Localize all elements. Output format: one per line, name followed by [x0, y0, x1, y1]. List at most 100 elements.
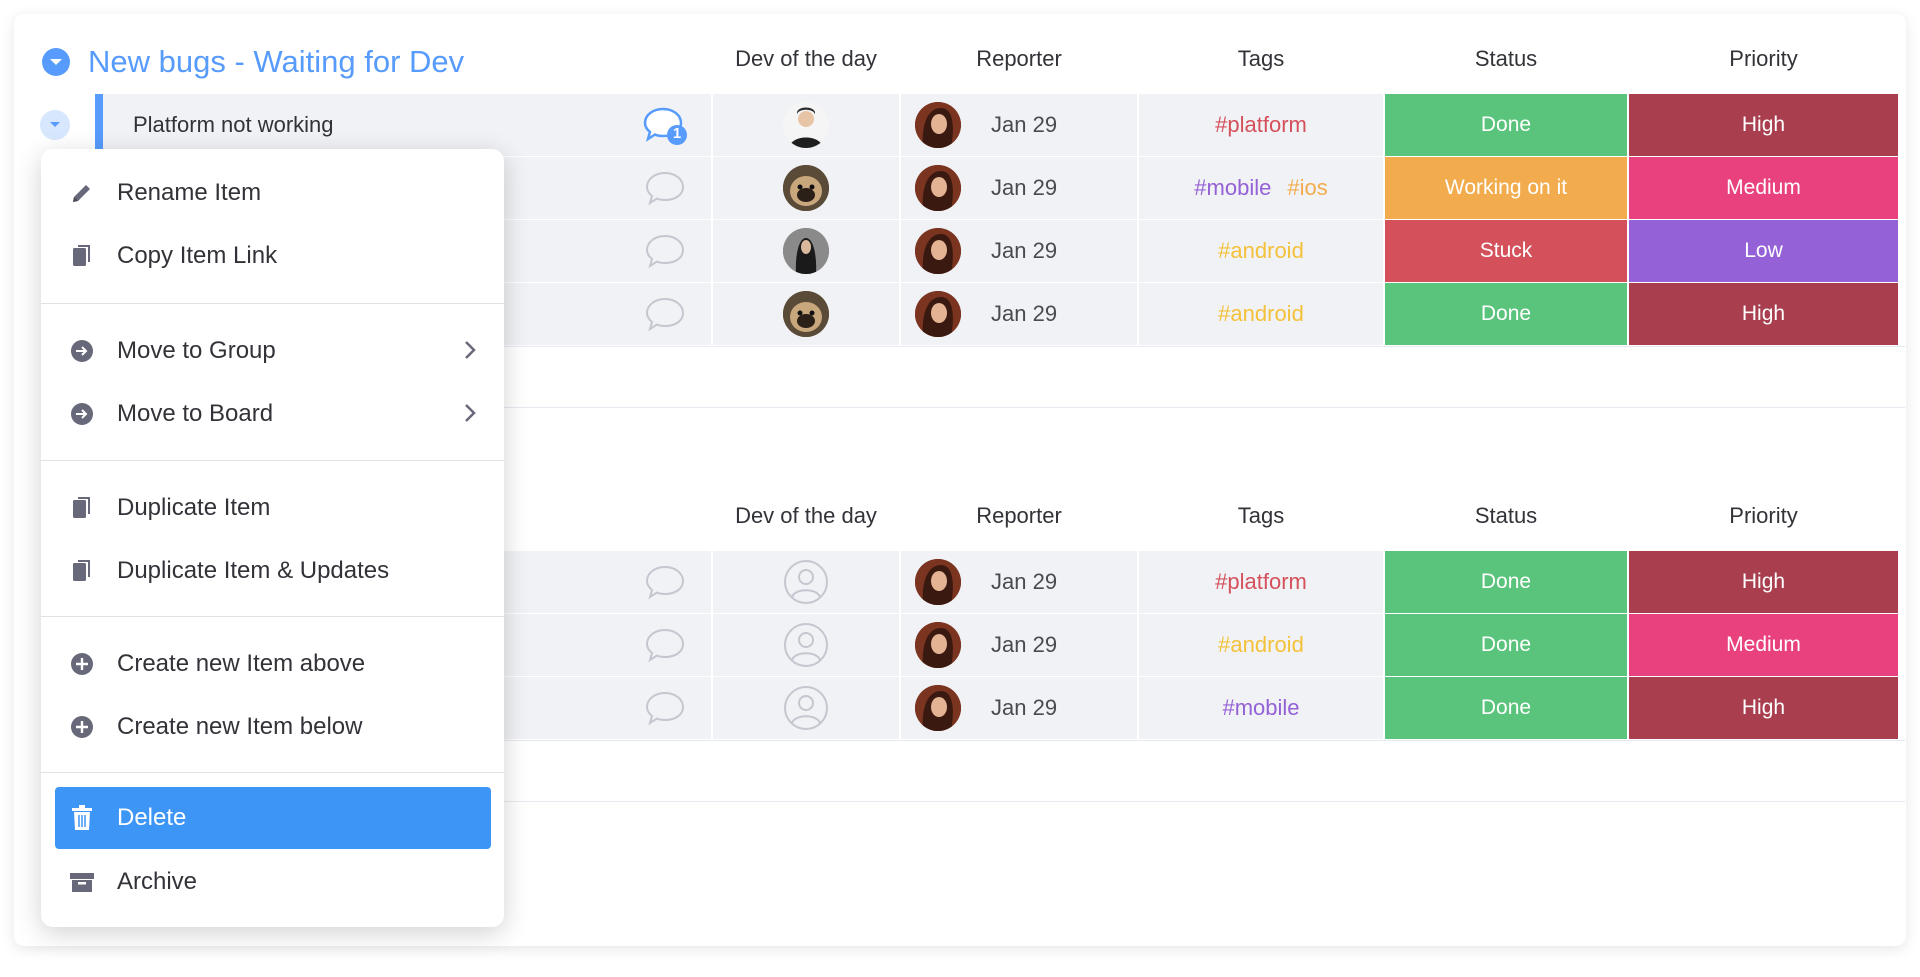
dev-cell[interactable] — [713, 94, 899, 156]
priority-cell[interactable]: High — [1629, 677, 1898, 739]
tags-cell[interactable]: #mobile #ios — [1139, 157, 1383, 219]
tags-cell[interactable]: #android — [1139, 283, 1383, 345]
update-bubble-active[interactable]: 1 — [643, 105, 689, 147]
menu-item-rename[interactable]: Rename Item — [55, 166, 491, 220]
tags-cell[interactable]: #platform — [1139, 94, 1383, 156]
column-header-status[interactable]: Status — [1385, 46, 1627, 72]
column-header-tags[interactable]: Tags — [1139, 46, 1383, 72]
dev-cell[interactable] — [713, 551, 899, 613]
tag[interactable]: #platform — [1215, 112, 1307, 138]
status-cell[interactable]: Done — [1385, 94, 1627, 156]
tag[interactable]: #mobile — [1194, 175, 1271, 201]
column-header-priority[interactable]: Priority — [1629, 503, 1898, 529]
tags-cell[interactable]: #android — [1139, 220, 1383, 282]
tag[interactable]: #android — [1218, 301, 1304, 327]
column-header-reporter[interactable]: Reporter — [901, 503, 1137, 529]
menu-divider — [41, 460, 504, 461]
group-title[interactable]: New bugs - Waiting for Dev — [88, 44, 464, 80]
reporter-cell[interactable]: Jan 29 — [901, 220, 1137, 282]
reporter-cell[interactable]: Jan 29 — [901, 157, 1137, 219]
menu-item-copy-link[interactable]: Copy Item Link — [55, 229, 491, 283]
avatar — [915, 291, 961, 337]
menu-divider — [41, 303, 504, 304]
priority-cell[interactable]: Low — [1629, 220, 1898, 282]
update-bubble[interactable] — [643, 294, 689, 336]
tag[interactable]: #ios — [1287, 175, 1327, 201]
reporter-cell[interactable]: Jan 29 — [901, 283, 1137, 345]
speech-bubble-icon — [645, 691, 685, 726]
priority-cell[interactable]: Medium — [1629, 157, 1898, 219]
tags-cell[interactable]: #android — [1139, 614, 1383, 676]
person-outline-icon — [784, 623, 828, 667]
column-header-tags[interactable]: Tags — [1139, 503, 1383, 529]
speech-bubble-icon — [645, 565, 685, 600]
tag[interactable]: #android — [1218, 632, 1304, 658]
item-name-cell[interactable]: Platform not working — [95, 94, 711, 156]
priority-cell[interactable]: High — [1629, 94, 1898, 156]
update-bubble[interactable] — [643, 625, 689, 667]
column-header-status[interactable]: Status — [1385, 503, 1627, 529]
status-cell[interactable]: Stuck — [1385, 220, 1627, 282]
dev-cell[interactable] — [713, 677, 899, 739]
menu-item-move-to-group[interactable]: Move to Group — [55, 324, 491, 378]
tag[interactable]: #mobile — [1222, 695, 1299, 721]
tag[interactable]: #android — [1218, 238, 1304, 264]
menu-item-label: Create new Item below — [117, 713, 363, 740]
reporter-date: Jan 29 — [991, 175, 1058, 200]
status-cell[interactable]: Done — [1385, 614, 1627, 676]
priority-cell[interactable]: Medium — [1629, 614, 1898, 676]
reporter-cell[interactable]: Jan 29 — [901, 614, 1137, 676]
menu-item-label: Move to Group — [117, 337, 276, 364]
priority-cell[interactable]: High — [1629, 283, 1898, 345]
menu-item-move-to-board[interactable]: Move to Board — [55, 387, 491, 441]
dev-cell[interactable] — [713, 157, 899, 219]
copy-icon — [69, 243, 95, 269]
column-header-dev[interactable]: Dev of the day — [713, 503, 899, 529]
update-bubble[interactable] — [643, 168, 689, 210]
avatar — [783, 291, 829, 337]
chevron-right-icon — [465, 341, 476, 359]
menu-item-create-above[interactable]: Create new Item above — [55, 637, 491, 691]
reporter-cell[interactable]: Jan 29 — [901, 94, 1137, 156]
reporter-cell[interactable]: Jan 29 — [901, 551, 1137, 613]
tags-cell[interactable]: #platform — [1139, 551, 1383, 613]
status-cell[interactable]: Done — [1385, 283, 1627, 345]
speech-bubble-icon — [645, 628, 685, 663]
menu-item-label: Move to Board — [117, 400, 274, 427]
item-name: Platform not working — [133, 112, 334, 137]
update-bubble[interactable] — [643, 688, 689, 730]
menu-item-label: Archive — [117, 868, 198, 895]
menu-item-create-below[interactable]: Create new Item below — [55, 700, 491, 754]
dev-cell[interactable] — [713, 283, 899, 345]
status-cell[interactable]: Done — [1385, 677, 1627, 739]
avatar — [915, 228, 961, 274]
update-count: 1 — [672, 125, 682, 142]
trash-icon — [69, 805, 95, 831]
update-bubble[interactable] — [643, 562, 689, 604]
group-collapse-button[interactable] — [42, 48, 70, 76]
menu-divider — [41, 616, 504, 617]
column-header-dev[interactable]: Dev of the day — [713, 46, 899, 72]
dev-cell[interactable] — [713, 220, 899, 282]
group-header: New bugs - Waiting for Dev — [42, 44, 464, 80]
priority-cell[interactable]: High — [1629, 551, 1898, 613]
status-cell[interactable]: Done — [1385, 551, 1627, 613]
chevron-right-icon — [465, 404, 476, 422]
menu-item-delete[interactable]: Delete — [55, 787, 491, 849]
column-header-priority[interactable]: Priority — [1629, 46, 1898, 72]
tag[interactable]: #platform — [1215, 569, 1307, 595]
tags-cell[interactable]: #mobile — [1139, 677, 1383, 739]
avatar — [783, 102, 829, 148]
dev-cell[interactable] — [713, 614, 899, 676]
menu-divider — [41, 772, 504, 773]
menu-item-duplicate-updates[interactable]: Duplicate Item & Updates — [55, 544, 491, 598]
status-cell[interactable]: Working on it — [1385, 157, 1627, 219]
menu-item-label: Delete — [117, 804, 187, 831]
menu-item-duplicate[interactable]: Duplicate Item — [55, 481, 491, 535]
update-bubble[interactable] — [643, 231, 689, 273]
chevron-down-icon — [50, 59, 62, 65]
menu-item-archive[interactable]: Archive — [55, 855, 491, 909]
table-row[interactable]: Platform not working 1 Jan 29 #platform … — [0, 94, 1920, 156]
reporter-cell[interactable]: Jan 29 — [901, 677, 1137, 739]
column-header-reporter[interactable]: Reporter — [901, 46, 1137, 72]
